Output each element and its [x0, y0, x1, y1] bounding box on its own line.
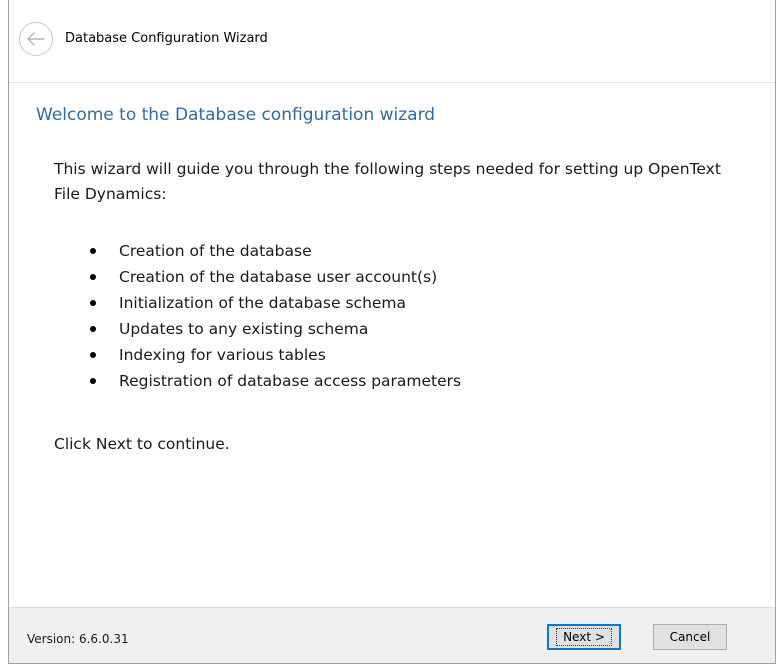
step-label: Creation of the database: [119, 242, 312, 260]
next-button[interactable]: Next >: [547, 624, 621, 650]
step-label: Indexing for various tables: [119, 346, 326, 364]
step-label: Creation of the database user account(s): [119, 268, 438, 286]
list-item: Initialization of the database schema: [54, 290, 461, 316]
wizard-content: Welcome to the Database configuration wi…: [9, 83, 775, 605]
version-label: Version: 6.6.0.31: [27, 632, 129, 646]
wizard-footer: Version: 6.6.0.31 Next > Cancel: [9, 607, 775, 663]
step-label: Initialization of the database schema: [119, 294, 407, 312]
step-label: Registration of database access paramete…: [119, 372, 462, 390]
bullet-icon: [90, 274, 96, 280]
list-item: Updates to any existing schema: [54, 316, 461, 342]
list-item: Registration of database access paramete…: [54, 368, 461, 394]
back-button[interactable]: [19, 22, 53, 56]
step-label: Updates to any existing schema: [119, 320, 369, 338]
list-item: Indexing for various tables: [54, 342, 461, 368]
list-item: Creation of the database: [54, 238, 461, 264]
bullet-icon: [90, 326, 96, 332]
list-item: Creation of the database user account(s): [54, 264, 461, 290]
bullet-icon: [90, 248, 96, 254]
wizard-window: Database Configuration Wizard Welcome to…: [8, 0, 776, 664]
window-title: Database Configuration Wizard: [65, 31, 268, 46]
continue-text: Click Next to continue.: [54, 435, 230, 453]
cancel-button[interactable]: Cancel: [653, 624, 727, 650]
bullet-icon: [90, 352, 96, 358]
wizard-titlebar: Database Configuration Wizard: [9, 0, 775, 83]
bullet-icon: [90, 378, 96, 384]
intro-text: This wizard will guide you through the f…: [54, 160, 721, 203]
steps-list: Creation of the database Creation of the…: [54, 238, 461, 394]
page-heading: Welcome to the Database configuration wi…: [36, 105, 436, 125]
next-button-label: Next >: [556, 628, 612, 646]
back-arrow-icon: [27, 32, 45, 46]
bullet-icon: [90, 300, 96, 306]
